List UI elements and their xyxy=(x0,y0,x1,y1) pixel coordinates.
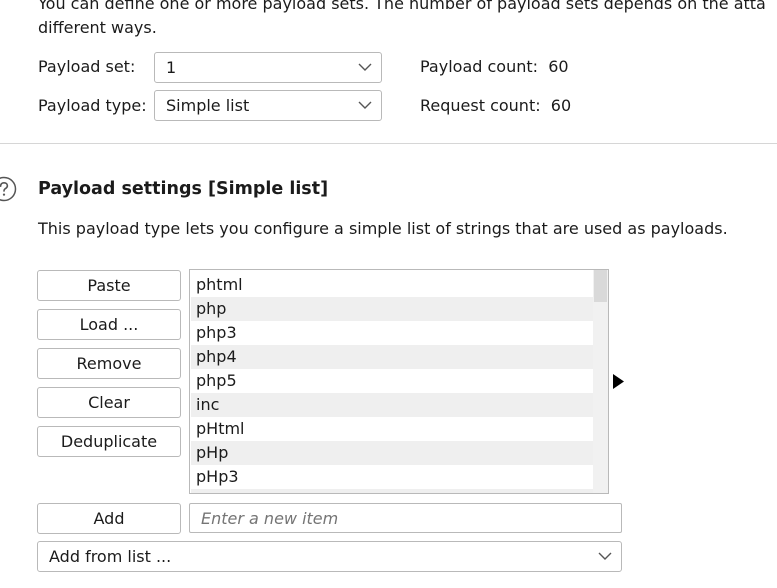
load-button[interactable]: Load ... xyxy=(37,309,181,340)
request-count-value: 60 xyxy=(550,96,572,115)
list-item[interactable]: pHtml xyxy=(191,417,593,441)
section-divider xyxy=(0,143,777,144)
paste-button[interactable]: Paste xyxy=(37,270,181,301)
payload-set-select[interactable]: 1 xyxy=(154,52,382,83)
list-item[interactable]: php xyxy=(191,297,593,321)
list-item[interactable]: pHp3 xyxy=(191,465,593,489)
intro-text: You can define one or more payload sets.… xyxy=(38,0,777,40)
payload-set-value: 1 xyxy=(166,58,177,77)
request-count-label: Request count: 60 xyxy=(420,94,571,118)
list-item[interactable]: phtml xyxy=(191,273,593,297)
add-button[interactable]: Add xyxy=(37,503,181,534)
payload-count-text: Payload count: xyxy=(420,57,539,76)
add-from-list-value: Add from list ... xyxy=(49,547,172,566)
payload-type-select[interactable]: Simple list xyxy=(154,90,382,121)
payload-count-label: Payload count: 60 xyxy=(420,55,569,79)
add-from-list-select[interactable]: Add from list ... xyxy=(37,541,622,572)
section-description: This payload type lets you configure a s… xyxy=(38,219,728,238)
list-item[interactable]: php3 xyxy=(191,321,593,345)
payloads-panel: You can define one or more payload sets.… xyxy=(0,0,777,588)
help-icon[interactable] xyxy=(0,176,17,202)
list-item[interactable] xyxy=(191,489,593,493)
payload-type-value: Simple list xyxy=(166,96,250,115)
intro-line-2: different ways. xyxy=(38,18,157,37)
list-item[interactable]: php5 xyxy=(191,369,593,393)
deduplicate-button[interactable]: Deduplicate xyxy=(37,426,181,457)
payload-set-label: Payload set: xyxy=(38,57,136,76)
clear-button[interactable]: Clear xyxy=(37,387,181,418)
chevron-down-icon xyxy=(598,552,612,561)
scrollbar-thumb[interactable] xyxy=(594,270,607,302)
mouse-cursor-icon xyxy=(612,373,626,391)
chevron-down-icon xyxy=(358,101,372,110)
remove-button[interactable]: Remove xyxy=(37,348,181,379)
payload-list[interactable]: phtml php php3 php4 php5 inc pHtml pHp p… xyxy=(189,269,609,494)
list-item[interactable]: php4 xyxy=(191,345,593,369)
list-item[interactable]: pHp xyxy=(191,441,593,465)
list-scrollbar[interactable] xyxy=(593,270,608,493)
payload-count-value: 60 xyxy=(548,57,569,76)
section-title: Payload settings [Simple list] xyxy=(38,179,329,199)
intro-line-1: You can define one or more payload sets.… xyxy=(38,0,766,13)
request-count-text: Request count: xyxy=(420,96,541,115)
new-item-input[interactable] xyxy=(189,503,622,533)
chevron-down-icon xyxy=(358,63,372,72)
list-item[interactable]: inc xyxy=(191,393,593,417)
payload-type-label: Payload type: xyxy=(38,96,147,115)
